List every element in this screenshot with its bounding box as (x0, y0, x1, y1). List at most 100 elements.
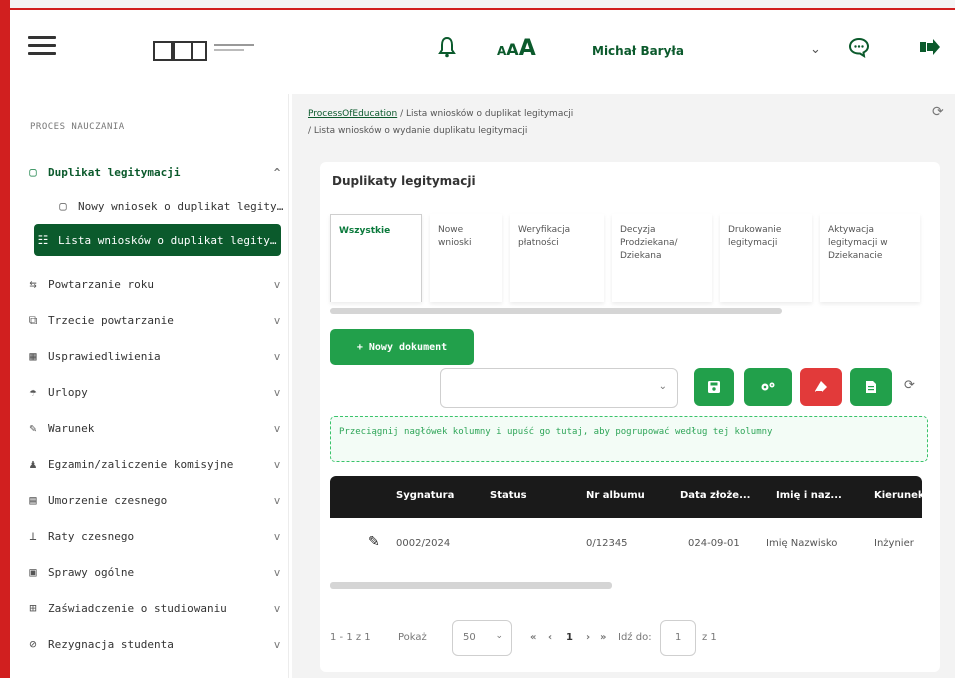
calendar-icon: ▦ (29, 349, 37, 363)
delete-button[interactable] (800, 368, 842, 406)
sidebar-item-umorzenie-czesnego[interactable]: ▤ Umorzenie czesnego v (24, 484, 286, 516)
sidebar-item-label: Duplikat legitymacji (48, 165, 181, 179)
table-row[interactable]: ✎ 0002/2024 0/12345 024-09-01 Imię Nazwi… (330, 520, 922, 568)
goto-page-input[interactable]: 1 (660, 620, 696, 656)
edit-icon: ✎ (29, 421, 37, 435)
font-size-medium[interactable]: A (506, 40, 518, 59)
breadcrumb-separator: / (400, 109, 404, 119)
first-page-button[interactable]: « (530, 632, 536, 643)
cancel-icon: ⊘ (29, 637, 37, 651)
font-size-control[interactable]: AAA (497, 36, 536, 61)
col-header-imie[interactable]: Imię i naz... (776, 490, 842, 501)
col-header-kierunek[interactable]: Kierunek (874, 490, 925, 501)
breadcrumb-separator: / (308, 126, 312, 136)
breadcrumb-level2: Lista wniosków o wydanie duplikatu legit… (313, 126, 528, 136)
tab-nowe-wnioski[interactable]: Nowe wnioski (430, 214, 502, 302)
sidebar: PROCES NAUCZANIA ▢ Duplikat legitymacji … (10, 94, 289, 678)
sidebar-item-urlopy[interactable]: ☂ Urlopy v (24, 376, 286, 408)
col-header-nr-albumu[interactable]: Nr albumu (586, 490, 645, 501)
chevron-down-icon: v (273, 493, 281, 507)
save-button[interactable] (694, 368, 734, 406)
font-size-small[interactable]: A (497, 44, 506, 58)
sidebar-item-powtarzanie-roku[interactable]: ⇆ Powtarzanie roku v (24, 268, 286, 300)
sidebar-item-label: Rezygnacja studenta (48, 637, 174, 651)
per-page-value: 50 (463, 632, 476, 643)
col-header-data[interactable]: Data złoże... (680, 490, 750, 501)
logo (152, 38, 262, 64)
chat-icon[interactable] (848, 36, 870, 63)
sidebar-item-egzamin-komisyjny[interactable]: ♟ Egzamin/zaliczenie komisyjne v (24, 448, 286, 480)
chevron-down-icon: ⌄ (658, 381, 667, 392)
sidebar-item-usprawiedliwienia[interactable]: ▦ Usprawiedliwienia v (24, 340, 286, 372)
prev-page-button[interactable]: ‹ (548, 632, 552, 643)
sidebar-item-zaswiadczenie[interactable]: ⊞ Zaświadczenie o studiowaniu v (24, 592, 286, 624)
tab-decyzja[interactable]: Decyzja Prodziekana/ Dziekana (612, 214, 712, 302)
document-icon: ▢ (29, 165, 37, 179)
goto-page-value: 1 (675, 632, 682, 643)
tab-aktywacja[interactable]: Aktywacja legitymacji w Dziekanacie (820, 214, 920, 302)
sidebar-item-warunek[interactable]: ✎ Warunek v (24, 412, 286, 444)
sidebar-item-label: Nowy wniosek o duplikat legitymacji (78, 199, 286, 213)
document-icon (866, 381, 876, 393)
document-icon: ▢ (59, 199, 67, 213)
pager-per-page-label: Pokaż (398, 632, 427, 643)
sidebar-item-sprawy-ogolne[interactable]: ▣ Sprawy ogólne v (24, 556, 286, 588)
col-header-status[interactable]: Status (490, 490, 527, 501)
sidebar-item-trzecie-powtarzanie[interactable]: ⧉ Trzecie powtarzanie v (24, 304, 286, 336)
tab-weryfikacja-platnosci[interactable]: Weryfikacja płatności (510, 214, 604, 302)
chevron-down-icon: v (273, 565, 281, 579)
save-icon (708, 381, 720, 393)
table-header: Sygnatura Status Nr albumu Data złoże...… (330, 476, 925, 518)
chevron-down-icon: v (273, 637, 281, 651)
card-title: Duplikaty legitymacji (332, 174, 476, 188)
sidebar-item-lista-wnioskow[interactable]: ☷ Lista wniosków o duplikat legitymacji (34, 224, 281, 256)
table-scrollbar[interactable] (330, 582, 612, 589)
pagination: 1 - 1 z 1 Pokaż 50 ⌄ « ‹ 1 › » Idź do: 1… (330, 618, 930, 658)
chevron-up-icon: ^ (273, 165, 281, 179)
certificate-icon: ⊞ (29, 601, 37, 615)
last-page-button[interactable]: » (600, 632, 606, 643)
left-frame-bar (0, 0, 10, 678)
tab-wszystkie[interactable]: Wszystkie (330, 214, 422, 302)
per-page-select[interactable]: 50 ⌄ (452, 620, 512, 656)
top-strip (10, 0, 955, 8)
cell-data: 024-09-01 (688, 538, 740, 549)
sidebar-item-raty-czesnego[interactable]: ⊥ Raty czesnego v (24, 520, 286, 552)
chevron-down-icon: v (273, 421, 281, 435)
menu-icon[interactable] (28, 36, 56, 58)
sidebar-item-label: Lista wniosków o duplikat legitymacji (58, 233, 281, 247)
breadcrumb-root-link[interactable]: ProcessOfEducation (308, 109, 397, 119)
breadcrumb-level1[interactable]: Lista wniosków o duplikat legitymacji (406, 109, 573, 119)
export-button[interactable] (850, 368, 892, 406)
tabs-scrollbar[interactable] (330, 308, 782, 314)
user-name[interactable]: Michał Baryła (592, 44, 684, 58)
tab-drukowanie[interactable]: Drukowanie legitymacji (720, 214, 812, 302)
chevron-down-icon: v (273, 529, 281, 543)
sidebar-item-rezygnacja[interactable]: ⊘ Rezygnacja studenta v (24, 628, 286, 660)
group-drop-zone[interactable]: Przeciągnij nagłówek kolumny i upuść go … (330, 416, 928, 462)
edit-icon[interactable]: ✎ (368, 534, 380, 550)
chevron-down-icon: v (273, 277, 281, 291)
col-header-sygnatura[interactable]: Sygnatura (396, 490, 454, 501)
pager-range: 1 - 1 z 1 (330, 632, 371, 643)
cell-imie-nazwisko: Imię Nazwisko (766, 538, 838, 549)
logout-icon[interactable] (918, 36, 942, 63)
refresh-icon[interactable]: ⟳ (932, 104, 944, 120)
new-document-button[interactable]: + Nowy dokument (330, 329, 474, 365)
chevron-down-icon[interactable]: ⌄ (810, 42, 821, 57)
chevron-down-icon: ⌄ (495, 631, 503, 641)
sidebar-item-duplikat-legitymacji[interactable]: ▢ Duplikat legitymacji ^ (24, 156, 286, 188)
sidebar-item-label: Zaświadczenie o studiowaniu (48, 601, 227, 615)
chevron-down-icon: v (273, 457, 281, 471)
next-page-button[interactable]: › (586, 632, 590, 643)
sidebar-item-label: Trzecie powtarzanie (48, 313, 174, 327)
bell-icon[interactable] (438, 36, 456, 63)
goto-label: Idź do: (618, 632, 652, 643)
filter-select[interactable]: ⌄ (440, 368, 678, 408)
refresh-icon[interactable]: ⟳ (904, 378, 915, 393)
sidebar-item-nowy-wniosek[interactable]: ▢ Nowy wniosek o duplikat legitymacji (54, 190, 286, 222)
sidebar-item-label: Egzamin/zaliczenie komisyjne (48, 457, 234, 471)
of-pages-label: z 1 (702, 632, 717, 643)
settings-button[interactable] (744, 368, 792, 406)
font-size-large[interactable]: A (519, 36, 536, 61)
